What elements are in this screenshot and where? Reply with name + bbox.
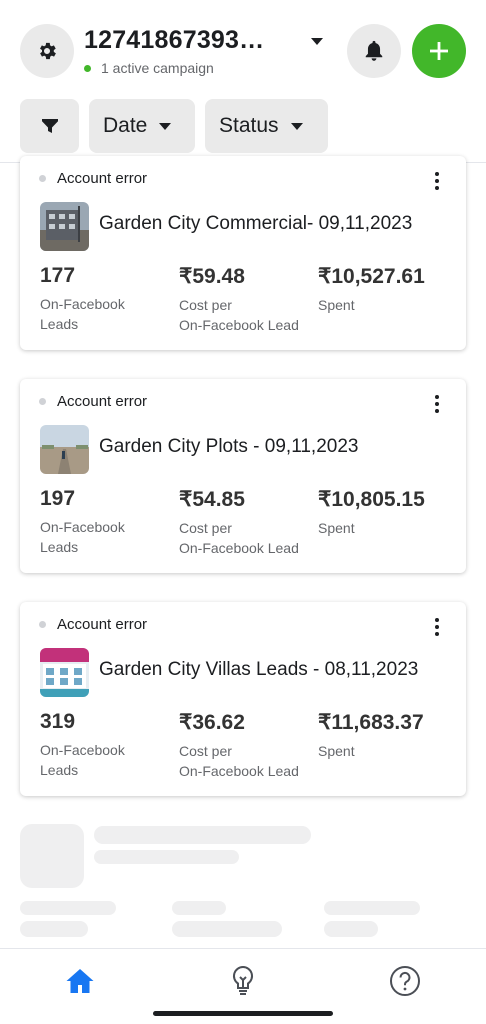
campaign-card[interactable]: Account error Garden City Plots - 09,11,… <box>20 379 466 573</box>
campaign-thumbnail <box>40 425 89 474</box>
nav-home[interactable] <box>60 961 100 1001</box>
active-campaign-text: 1 active campaign <box>101 60 214 76</box>
skeleton-line <box>324 921 378 937</box>
date-filter-label: Date <box>103 114 148 137</box>
spent-value: ₹10,805.15 <box>318 488 425 511</box>
gear-icon <box>40 42 56 60</box>
status-dot <box>39 398 46 405</box>
chevron-down-icon <box>159 122 172 130</box>
more-options-icon[interactable] <box>430 170 444 192</box>
skeleton-line <box>94 826 311 844</box>
cost-per-lead-metric: ₹36.62 Cost per On-Facebook Lead <box>179 710 318 781</box>
leads-metric: 319 On-Facebook Leads <box>40 710 179 781</box>
campaign-name[interactable]: Garden City Commercial- 09,11,2023 <box>99 213 412 235</box>
leads-value: 197 <box>40 487 76 510</box>
skeleton-line <box>94 850 239 864</box>
home-icon <box>66 969 94 993</box>
chevron-down-icon <box>290 122 303 130</box>
spent-metric: ₹11,683.37 Spent <box>318 710 457 781</box>
campaign-thumbnail <box>40 202 89 251</box>
more-options-icon[interactable] <box>430 393 444 415</box>
leads-label: On-Facebook Leads <box>40 296 125 332</box>
leads-label: On-Facebook Leads <box>40 742 125 778</box>
cost-per-lead-label: Cost per On-Facebook Lead <box>179 520 299 556</box>
cost-per-lead-value: ₹54.85 <box>179 488 245 511</box>
create-campaign-button[interactable] <box>412 24 466 78</box>
cost-per-lead-metric: ₹54.85 Cost per On-Facebook Lead <box>179 487 318 558</box>
spent-value: ₹11,683.37 <box>318 711 424 734</box>
active-campaign-status: 1 active campaign <box>84 60 214 76</box>
skeleton-thumbnail <box>20 824 84 888</box>
nav-insights[interactable] <box>223 961 263 1001</box>
plus-icon <box>430 42 448 60</box>
campaign-metrics: 177 On-Facebook Leads ₹59.48 Cost per On… <box>40 264 457 335</box>
active-status-dot <box>84 64 91 72</box>
cost-per-lead-metric: ₹59.48 Cost per On-Facebook Lead <box>179 264 318 335</box>
status-text: Account error <box>57 616 148 633</box>
campaign-status: Account error <box>39 170 147 187</box>
cost-per-lead-value: ₹59.48 <box>179 265 245 288</box>
more-options-icon[interactable] <box>430 616 444 638</box>
filter-button[interactable] <box>20 99 79 153</box>
spent-label: Spent <box>318 297 355 313</box>
leads-value: 177 <box>40 264 76 287</box>
home-indicator <box>153 1011 333 1016</box>
lightbulb-icon <box>232 965 254 995</box>
leads-metric: 197 On-Facebook Leads <box>40 487 179 558</box>
chevron-down-icon[interactable] <box>311 38 323 45</box>
status-text: Account error <box>57 170 148 187</box>
nav-help[interactable] <box>385 961 425 1001</box>
cost-per-lead-label: Cost per On-Facebook Lead <box>179 743 299 779</box>
status-dot <box>39 175 46 182</box>
campaign-card[interactable]: Account error Garden City Villas Leads -… <box>20 602 466 796</box>
account-selector[interactable]: 12741867393… <box>84 26 264 55</box>
leads-metric: 177 On-Facebook Leads <box>40 264 179 335</box>
cost-per-lead-value: ₹36.62 <box>179 711 245 734</box>
bell-icon <box>365 40 383 61</box>
help-icon <box>390 966 420 996</box>
campaign-status: Account error <box>39 393 147 410</box>
settings-button[interactable] <box>20 24 74 78</box>
campaign-metrics: 319 On-Facebook Leads ₹36.62 Cost per On… <box>40 710 457 781</box>
status-filter-dropdown[interactable]: Status <box>205 99 328 153</box>
spent-value: ₹10,527.61 <box>318 265 425 288</box>
spent-label: Spent <box>318 743 355 759</box>
filter-bar: Date Status <box>20 99 328 153</box>
leads-label: On-Facebook Leads <box>40 519 125 555</box>
status-filter-label: Status <box>219 114 279 137</box>
spent-metric: ₹10,527.61 Spent <box>318 264 457 335</box>
status-text: Account error <box>57 393 148 410</box>
campaign-card[interactable]: Account error Garden City Commercial- 09… <box>20 156 466 350</box>
campaign-thumbnail <box>40 648 89 697</box>
campaign-status: Account error <box>39 616 147 633</box>
notifications-button[interactable] <box>347 24 401 78</box>
filter-icon <box>41 119 58 133</box>
skeleton-line <box>172 921 282 937</box>
spent-label: Spent <box>318 520 355 536</box>
skeleton-line <box>20 921 88 937</box>
top-header: 12741867393… 1 active campaign Date Stat… <box>0 0 486 163</box>
campaign-name[interactable]: Garden City Villas Leads - 08,11,2023 <box>99 659 418 681</box>
campaign-metrics: 197 On-Facebook Leads ₹54.85 Cost per On… <box>40 487 457 558</box>
skeleton-line <box>172 901 226 915</box>
spent-metric: ₹10,805.15 Spent <box>318 487 457 558</box>
leads-value: 319 <box>40 710 76 733</box>
campaign-name[interactable]: Garden City Plots - 09,11,2023 <box>99 436 358 458</box>
cost-per-lead-label: Cost per On-Facebook Lead <box>179 297 299 333</box>
skeleton-line <box>324 901 420 915</box>
skeleton-line <box>20 901 116 915</box>
status-dot <box>39 621 46 628</box>
date-filter-dropdown[interactable]: Date <box>89 99 195 153</box>
